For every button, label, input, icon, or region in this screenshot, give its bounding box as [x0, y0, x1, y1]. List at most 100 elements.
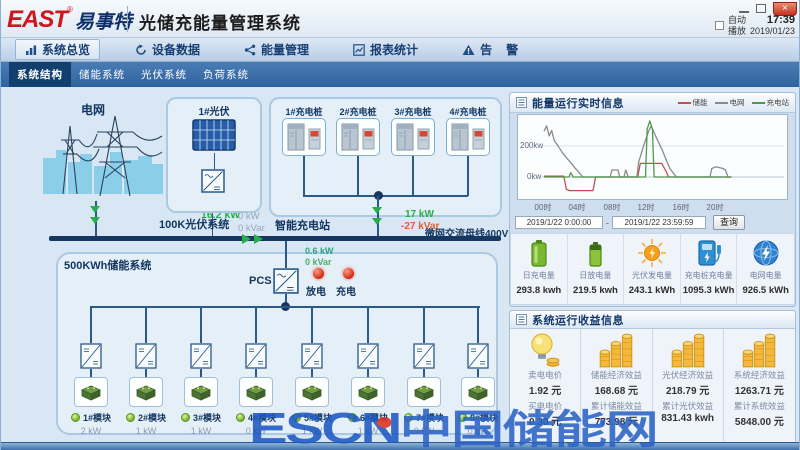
stat-value: 1095.3 kWh	[683, 285, 735, 296]
ac-bus-400v	[49, 236, 501, 241]
x-axis-tick: 20时	[701, 202, 729, 213]
menu-item-energy-management[interactable]: 能量管理	[235, 39, 318, 60]
refresh-icon	[135, 44, 147, 56]
pv-panel-icon	[192, 119, 236, 153]
pile-wire	[467, 156, 469, 196]
energy-stats-row: 日充电量 293.8 kwh 日放电量 219.5 kwh	[510, 233, 795, 305]
stat-label: 充电桩充电量	[685, 270, 733, 281]
stat-daily-discharge: 日放电量 219.5 kwh	[568, 234, 625, 304]
play-label: 播放	[728, 26, 746, 37]
share-icon	[244, 44, 256, 56]
power-flow-arrow	[90, 217, 100, 224]
pcs-label: PCS	[249, 275, 272, 287]
dcdc-converter-icon	[467, 343, 489, 369]
module-status-led	[348, 413, 357, 422]
revenue-value: 218.79 元	[666, 382, 709, 397]
stat-pv-generation: 光伏发电量 243.1 kWh	[624, 234, 681, 304]
tab-load-system[interactable]: 负荷系统	[195, 62, 257, 87]
pv-unit-label: 1#光伏	[168, 103, 260, 118]
battery-charge-icon	[524, 237, 554, 269]
auto-play-checkbox[interactable]	[715, 21, 724, 30]
charging-pile-icon	[446, 118, 490, 156]
menu-item-report-statistics[interactable]: 报表统计	[344, 39, 427, 60]
x-axis-tick: 00时	[529, 202, 557, 213]
dcdc-converter-icon	[413, 343, 435, 369]
stat-daily-charge: 日充电量 293.8 kwh	[511, 234, 568, 304]
module-label: 2#模块	[138, 411, 166, 424]
charging-pile-icon	[282, 118, 326, 156]
menu-label: 告警	[480, 41, 532, 58]
revenue-card-header: 系统运行收益信息	[510, 311, 795, 329]
pv-inverter-icon	[201, 169, 225, 193]
charging-pile: 4#充电桩	[444, 105, 492, 156]
pile-wire	[412, 156, 414, 196]
storage-module-branch: 4#模块 0 kW	[229, 307, 283, 436]
coins-icon	[741, 331, 777, 369]
x-axis-tick: 08时	[598, 202, 626, 213]
legend-label: 电网	[730, 97, 745, 108]
charging-station-label: 智能充电站	[275, 217, 330, 233]
stat-label: 电网电量	[750, 270, 782, 281]
station-feeder-line	[377, 196, 379, 237]
revenue-value: 831.43 kwh	[661, 413, 714, 424]
module-status-led	[404, 413, 413, 422]
bus-flow-arrow	[254, 234, 263, 244]
tab-system-structure[interactable]: 系统结构	[9, 62, 71, 87]
battery-module-icon	[407, 377, 441, 407]
revenue-grid: 卖电电价 1.92 元 买电电价 0.30 元 储能经济效益 168.68 元 …	[510, 329, 795, 442]
realtime-card-title: 能量运行实时信息	[532, 95, 624, 111]
query-button[interactable]: 查询	[713, 215, 745, 230]
battery-module-icon	[184, 377, 218, 407]
pv-reactive-power: 0 kVar	[238, 223, 265, 234]
menu-item-alarm[interactable]: 告警	[453, 39, 541, 60]
battery-module-icon	[129, 377, 163, 407]
legend-label: 储能	[693, 97, 708, 108]
storage-module-branch: 6#模块 1 kW	[341, 307, 395, 436]
start-time-input[interactable]	[515, 216, 603, 229]
legend-swatch-station	[752, 102, 765, 104]
stat-grid-energy: 电网电量 926.5 kWh	[737, 234, 794, 304]
charging-pile-icon	[693, 237, 725, 269]
energy-chart: 200kw 0kw	[517, 114, 788, 200]
end-time-input[interactable]	[612, 216, 706, 229]
module-status-led	[181, 413, 190, 422]
date-range-row: - 查询	[515, 215, 745, 230]
minimize-button[interactable]	[739, 5, 749, 13]
registered-mark: ®	[67, 5, 73, 14]
menu-label: 系统总览	[42, 41, 90, 58]
pcs-wire	[285, 241, 287, 268]
battery-discharge-icon	[580, 237, 610, 269]
x-axis-ticks: 00时 04时 08时 12时 16时 20时	[517, 202, 788, 213]
grid-globe-icon	[750, 237, 782, 269]
dcdc-converter-icon	[80, 343, 102, 369]
alert-triangle-icon	[462, 44, 475, 56]
stat-label: 日放电量	[579, 270, 611, 281]
menu-label: 能量管理	[261, 41, 309, 58]
module-power: 0 kW	[246, 426, 267, 436]
auto-label: 自动	[728, 15, 746, 26]
battery-module-icon	[351, 377, 385, 407]
chart-plot-area	[518, 115, 787, 199]
legend-label: 充电站	[767, 97, 790, 108]
range-separator: -	[606, 218, 609, 228]
revenue-value: 0.30 元	[529, 413, 561, 428]
tab-storage-system[interactable]: 储能系统	[71, 62, 133, 87]
menu-item-device-data[interactable]: 设备数据	[126, 39, 209, 60]
charging-pile: 2#充电桩	[334, 105, 382, 156]
revenue-label: 累计系统效益	[734, 400, 785, 412]
revenue-label: 买电电价	[528, 400, 562, 412]
tab-pv-system[interactable]: 光伏系统	[133, 62, 195, 87]
module-power: 1 kW	[302, 426, 323, 436]
module-label: 6#模块	[360, 411, 388, 424]
maximize-button[interactable]	[756, 4, 766, 13]
power-flow-arrow	[90, 206, 100, 213]
page-title: 光储充能量管理系统	[139, 9, 301, 34]
storage-module-branch: 8#模块 0 kW	[451, 307, 505, 436]
y-axis-tick: 200kw	[520, 141, 543, 150]
revenue-label: 系统经济效益	[734, 369, 785, 381]
menu-item-system-overview[interactable]: 系统总览	[15, 39, 100, 60]
pile-wire	[357, 156, 359, 196]
east-logo-chinese: 易事特	[75, 7, 132, 34]
revenue-card-title: 系统运行收益信息	[532, 312, 624, 328]
battery-module-icon	[239, 377, 273, 407]
